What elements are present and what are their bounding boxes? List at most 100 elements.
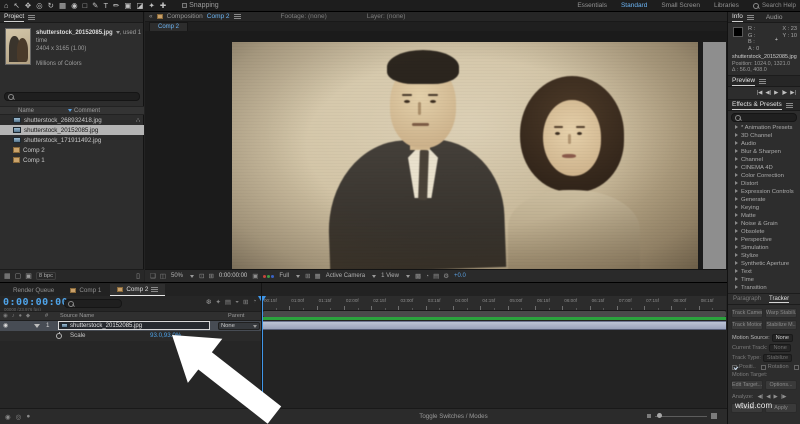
- workspace-button[interactable]: Small Screen: [661, 2, 700, 9]
- eye-icon[interactable]: ◉: [3, 322, 8, 329]
- tool-icon[interactable]: □: [83, 0, 88, 11]
- snapping-checkbox[interactable]: [182, 3, 188, 8]
- timeline-zoom-slider[interactable]: [647, 413, 717, 419]
- effects-search-input[interactable]: [731, 113, 797, 122]
- timeline-tab[interactable]: Comp 2: [110, 284, 166, 296]
- comment-column-header[interactable]: Comment: [74, 108, 100, 114]
- workspace-button[interactable]: Standard: [621, 2, 647, 9]
- effects-category[interactable]: Keying: [728, 204, 800, 212]
- tool-icon[interactable]: ✚: [160, 0, 166, 11]
- project-list-item[interactable]: Comp 2: [0, 145, 144, 155]
- timeline-footer-icon[interactable]: ◎: [16, 413, 22, 421]
- tool-icon[interactable]: ◉: [71, 0, 78, 11]
- audio-tab[interactable]: Audio: [766, 14, 783, 21]
- resolution-select[interactable]: Full: [279, 273, 301, 279]
- analyze-button[interactable]: ◀|: [757, 394, 763, 400]
- tool-icon[interactable]: ✥: [25, 0, 31, 11]
- transport-button[interactable]: ▶|: [790, 90, 796, 96]
- effects-category[interactable]: Audio: [728, 140, 800, 148]
- current-track-select[interactable]: None: [769, 344, 791, 352]
- effects-category[interactable]: Distort: [728, 180, 800, 188]
- show-channel-icon[interactable]: [263, 274, 275, 278]
- effects-category[interactable]: Obsolete: [728, 228, 800, 236]
- effects-category[interactable]: 3D Channel: [728, 132, 800, 140]
- project-list-item[interactable]: shutterstock_20152085.jpg: [0, 125, 144, 135]
- viewer-tab-comp2[interactable]: Comp 2: [149, 22, 189, 31]
- viewer-icon[interactable]: ⊞: [305, 272, 310, 280]
- viewer-icon[interactable]: ◔: [425, 273, 429, 280]
- zoom-slider-thumb[interactable]: [657, 413, 662, 418]
- panel-menu-icon[interactable]: [151, 287, 159, 292]
- viewer-icon[interactable]: ▦: [315, 272, 321, 280]
- tracker-checkbox[interactable]: S..: [793, 364, 800, 370]
- transport-button[interactable]: |▶: [781, 90, 787, 96]
- layer-duration-bar[interactable]: [263, 321, 726, 330]
- viewer-icon[interactable]: ⚙: [443, 272, 449, 280]
- panel-collapse-icon[interactable]: «: [149, 13, 153, 20]
- viewer-icon[interactable]: ◫: [160, 272, 166, 280]
- tracker-checkbox[interactable]: Positi..: [732, 364, 756, 370]
- motion-source-select[interactable]: None: [771, 334, 793, 342]
- info-tab[interactable]: Info: [732, 13, 743, 22]
- panel-menu-icon[interactable]: [785, 102, 793, 108]
- zoom-in-icon[interactable]: [711, 413, 717, 419]
- composition-panel-label[interactable]: Composition: [167, 13, 203, 20]
- viewer-icon[interactable]: ▤: [433, 272, 439, 280]
- paragraph-tab[interactable]: Paragraph: [733, 296, 761, 302]
- effects-category[interactable]: Blur & Sharpen: [728, 148, 800, 156]
- tracker-target-button[interactable]: Edit Target...: [731, 380, 763, 390]
- stopwatch-icon[interactable]: [56, 332, 62, 339]
- property-name[interactable]: Scale: [70, 332, 85, 339]
- timeline-option-icon[interactable]: ◔: [252, 298, 256, 306]
- effects-presets-tab[interactable]: Effects & Presets: [732, 101, 782, 110]
- effects-category[interactable]: Color Correction: [728, 172, 800, 180]
- tool-icon[interactable]: ⌂: [4, 0, 9, 11]
- bit-depth-button[interactable]: 8 bpc: [35, 272, 57, 280]
- composition-photo[interactable]: [232, 42, 698, 269]
- workspace-button[interactable]: Libraries: [714, 2, 739, 9]
- track-type-select[interactable]: Stabilize: [762, 354, 793, 362]
- twirl-icon[interactable]: [34, 324, 40, 328]
- effects-category[interactable]: Matte: [728, 212, 800, 220]
- project-list-item[interactable]: shutterstock_171911492.jpg: [0, 135, 144, 145]
- effects-category[interactable]: Time: [728, 276, 800, 284]
- tool-icon[interactable]: ✏: [113, 0, 119, 11]
- tracker-button[interactable]: Stabilize M..: [765, 320, 797, 330]
- effects-category[interactable]: Expression Controls: [728, 188, 800, 196]
- project-list-item[interactable]: Comp 1: [0, 155, 144, 165]
- tool-icon[interactable]: ◪: [136, 0, 143, 11]
- snapshot-icon[interactable]: ▣: [252, 272, 258, 280]
- viewer-icon[interactable]: ❑: [150, 272, 156, 280]
- transport-button[interactable]: ◀|: [765, 90, 771, 96]
- tool-icon[interactable]: ▦: [59, 0, 66, 11]
- parent-select[interactable]: None: [218, 322, 260, 330]
- project-footer-icon[interactable]: ▢: [15, 272, 22, 280]
- tool-icon[interactable]: ✎: [92, 0, 98, 11]
- timeline-option-icon[interactable]: ▤: [225, 298, 231, 306]
- panel-menu-icon[interactable]: [759, 78, 767, 84]
- exposure-value[interactable]: +0.0: [454, 273, 466, 279]
- composition-viewer[interactable]: [145, 31, 727, 269]
- preview-tab[interactable]: Preview: [732, 77, 756, 86]
- tracker-tab[interactable]: Tracker: [769, 296, 790, 303]
- effects-category[interactable]: * Animation Presets: [728, 124, 800, 132]
- tracker-checkbox[interactable]: Rotation: [760, 364, 789, 370]
- panel-menu-icon[interactable]: [233, 14, 241, 19]
- name-column-header[interactable]: Name: [18, 108, 34, 114]
- project-list-item[interactable]: shutterstock_268932418.jpg ∴: [0, 115, 144, 125]
- tracker-button[interactable]: Track Camera: [731, 308, 763, 318]
- timeline-option-icon[interactable]: ⊞: [243, 298, 248, 306]
- effects-category[interactable]: Perspective: [728, 236, 800, 244]
- viewer-icon[interactable]: ⊡: [199, 272, 204, 280]
- transport-button[interactable]: |◀: [757, 90, 763, 96]
- analyze-button[interactable]: ◀: [766, 394, 770, 400]
- layer-name[interactable]: shutterstock_20152085.jpg: [70, 323, 142, 329]
- timeline-tab[interactable]: Render Queue: [6, 284, 61, 296]
- layer-tab[interactable]: Layer: (none): [367, 13, 406, 20]
- current-time-indicator-head[interactable]: [258, 296, 266, 303]
- panel-menu-icon[interactable]: [746, 14, 754, 20]
- project-tab[interactable]: Project: [4, 13, 25, 22]
- tracker-target-button[interactable]: Options...: [765, 380, 797, 390]
- tool-icon[interactable]: ◎: [36, 0, 43, 11]
- tracker-button[interactable]: Warp Stabili..: [765, 308, 797, 318]
